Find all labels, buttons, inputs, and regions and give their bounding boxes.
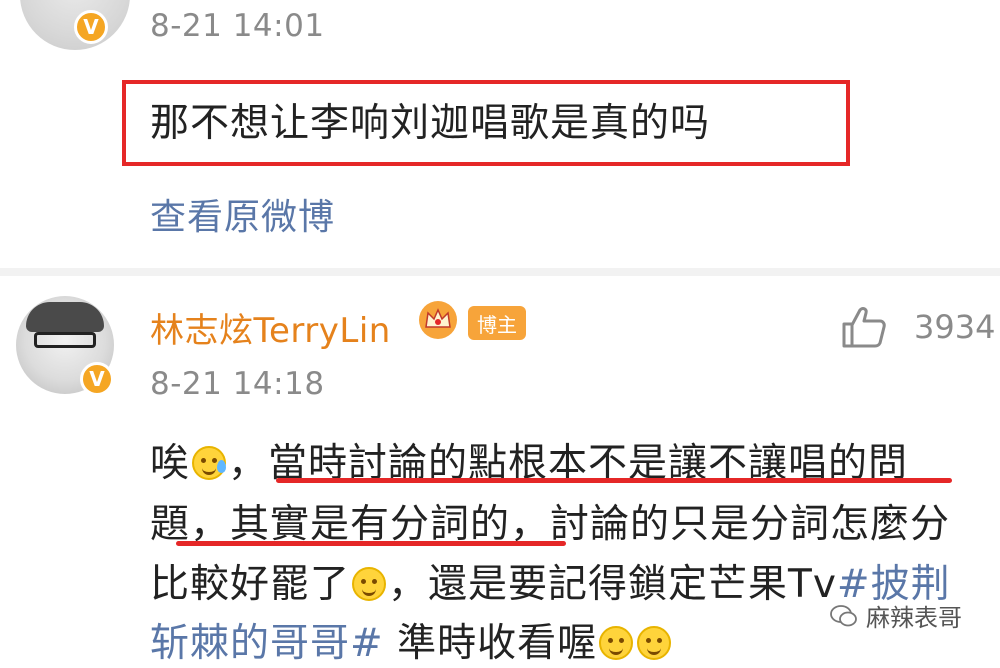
glasses-icon — [34, 332, 96, 348]
red-underline — [276, 478, 952, 483]
watermark: 麻辣表哥 — [830, 598, 962, 633]
smile-emoji-icon — [599, 626, 634, 660]
like-count: 3934 — [914, 308, 996, 346]
top-comment-text: 那不想让李响刘迦唱歌是真的吗 — [150, 101, 711, 146]
wechat-icon — [830, 604, 857, 626]
hashtag-link[interactable]: 斩棘的哥哥# — [150, 621, 384, 666]
watermark-text: 麻辣表哥 — [866, 604, 962, 632]
sweat-emoji-icon — [192, 446, 227, 480]
username-link[interactable]: 林志炫TerryLin — [150, 303, 391, 352]
author-tag-badge: 博主 — [468, 306, 526, 340]
verified-badge-icon: V — [80, 362, 114, 396]
divider — [0, 268, 1000, 276]
crown-icon — [419, 301, 457, 339]
red-underline — [176, 541, 566, 546]
blush-emoji-icon — [637, 626, 672, 660]
verified-badge-icon: V — [74, 10, 108, 44]
view-original-link[interactable]: 查看原微博 — [150, 188, 335, 240]
reply-text-line-4: 斩棘的哥哥# 準時收看喔 — [150, 612, 673, 668]
reply-time: 8-21 14:18 — [150, 366, 325, 402]
thumbs-up-icon[interactable] — [840, 304, 888, 350]
smile-emoji-icon — [352, 567, 387, 601]
top-comment-time: 8-21 14:01 — [150, 8, 325, 44]
